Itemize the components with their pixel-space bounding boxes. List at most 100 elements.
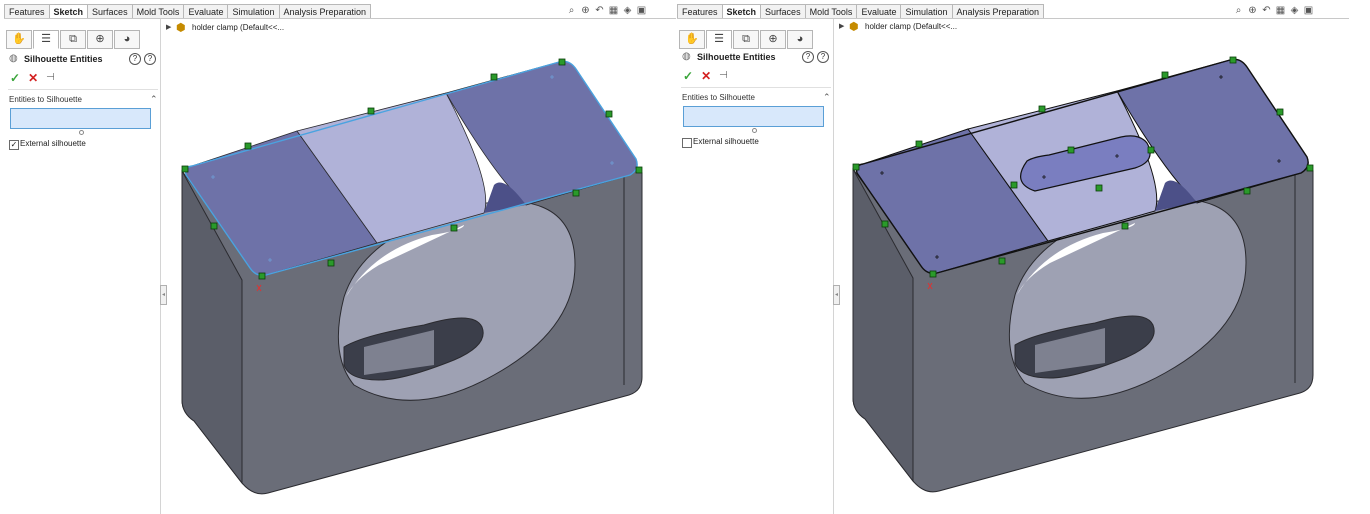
sketch-point[interactable] — [558, 58, 566, 66]
cancel-button[interactable]: ✕ — [701, 69, 711, 83]
section-view-icon[interactable]: ▦ — [608, 5, 619, 16]
section-title: Entities to Silhouette — [9, 95, 82, 104]
configuration-manager-icon[interactable]: ⧉ — [60, 30, 86, 49]
sketch-point[interactable] — [367, 107, 375, 115]
view-toolbar: ⌕ ⊕ ↶ ▦ ◈ ▣ — [566, 5, 647, 16]
previous-view-icon[interactable]: ↶ — [1261, 5, 1272, 16]
tab-sketch[interactable]: Sketch — [48, 4, 89, 18]
sketch-point[interactable] — [1306, 164, 1314, 172]
expand-arrow-icon[interactable]: ▶ — [166, 23, 171, 31]
ok-button[interactable]: ✓ — [683, 69, 693, 83]
graphics-area[interactable] — [835, 33, 1347, 511]
tab-features[interactable]: Features — [677, 4, 723, 18]
tab-evaluate[interactable]: Evaluate — [183, 4, 229, 18]
help-icon[interactable]: ? — [817, 51, 829, 63]
sketch-point[interactable] — [490, 73, 498, 81]
feature-manager-icon[interactable]: ✋ — [6, 30, 32, 49]
sketch-point[interactable] — [1121, 222, 1129, 230]
sketch-point[interactable] — [1095, 184, 1103, 192]
pin-button[interactable]: ⊣ — [46, 71, 55, 85]
sketch-point[interactable] — [327, 259, 335, 267]
tab-analysis-preparation[interactable]: Analysis Preparation — [278, 4, 372, 18]
expand-arrow-icon[interactable]: ▶ — [839, 22, 844, 30]
tab-simulation[interactable]: Simulation — [900, 4, 953, 18]
sketch-point[interactable] — [181, 165, 189, 173]
part-icon: ⬢ — [849, 21, 859, 33]
screen-right: Features Sketch Surfaces Mold Tools Eval… — [677, 0, 1349, 514]
tab-sketch[interactable]: Sketch — [721, 4, 762, 18]
ok-button[interactable]: ✓ — [10, 71, 20, 85]
sketch-point[interactable] — [244, 142, 252, 150]
part-name[interactable]: holder clamp (Default<<... — [865, 22, 957, 31]
resize-grip[interactable] — [752, 128, 757, 133]
display-style-icon[interactable]: ▣ — [1303, 5, 1314, 16]
sketch-point[interactable] — [852, 163, 860, 171]
sketch-point[interactable] — [1010, 181, 1018, 189]
tab-surfaces[interactable]: Surfaces — [87, 4, 133, 18]
tab-evaluate[interactable]: Evaluate — [856, 4, 902, 18]
entities-selection-box[interactable] — [683, 106, 824, 127]
resize-grip[interactable] — [79, 130, 84, 135]
sketch-point[interactable] — [1067, 146, 1075, 154]
external-silhouette-checkbox[interactable]: ✓ — [9, 140, 19, 150]
sketch-point[interactable] — [605, 110, 613, 118]
sketch-point[interactable] — [210, 222, 218, 230]
cancel-button[interactable]: ✕ — [28, 71, 38, 85]
collapse-icon[interactable]: ⌃ — [823, 92, 831, 103]
sketch-point[interactable] — [929, 270, 937, 278]
external-silhouette-label: External silhouette — [20, 139, 86, 148]
view-orientation-icon[interactable]: ◈ — [1289, 5, 1300, 16]
pin-button[interactable]: ⊣ — [719, 69, 728, 83]
zoom-area-icon[interactable]: ⊕ — [580, 5, 591, 16]
sketch-point[interactable] — [1147, 146, 1155, 154]
dimxpert-icon[interactable]: ⊕ — [87, 30, 113, 49]
command-manager-tabs: Features Sketch Surfaces Mold Tools Eval… — [4, 4, 372, 18]
sketch-point[interactable] — [635, 166, 643, 174]
tab-surfaces[interactable]: Surfaces — [760, 4, 806, 18]
silhouette-tool-icon: ◍ — [682, 51, 691, 62]
property-manager-icon[interactable]: ☰ — [33, 30, 59, 49]
zoom-area-icon[interactable]: ⊕ — [1247, 5, 1258, 16]
sketch-point[interactable] — [1161, 71, 1169, 79]
panel-title: Silhouette Entities — [24, 54, 103, 64]
tab-analysis-preparation[interactable]: Analysis Preparation — [951, 4, 1045, 18]
tab-mold-tools[interactable]: Mold Tools — [804, 4, 858, 18]
sketch-point[interactable] — [1229, 56, 1237, 64]
configuration-manager-icon[interactable]: ⧉ — [733, 30, 759, 49]
whats-wrong-icon[interactable]: ? — [802, 51, 814, 63]
view-toolbar: ⌕ ⊕ ↶ ▦ ◈ ▣ — [1233, 5, 1314, 16]
part-name[interactable]: holder clamp (Default<<... — [192, 23, 284, 32]
panel-separator — [681, 87, 831, 88]
property-manager-icon[interactable]: ☰ — [706, 30, 732, 49]
whats-wrong-icon[interactable]: ? — [129, 53, 141, 65]
previous-view-icon[interactable]: ↶ — [594, 5, 605, 16]
sketch-point[interactable] — [450, 224, 458, 232]
section-view-icon[interactable]: ▦ — [1275, 5, 1286, 16]
zoom-fit-icon[interactable]: ⌕ — [566, 5, 577, 16]
dimxpert-icon[interactable]: ⊕ — [760, 30, 786, 49]
feature-manager-icon[interactable]: ✋ — [679, 30, 705, 49]
part-icon: ⬢ — [176, 22, 186, 34]
sketch-point[interactable] — [572, 189, 580, 197]
display-manager-icon[interactable]: ◕ — [114, 30, 140, 49]
sketch-point[interactable] — [1038, 105, 1046, 113]
tab-simulation[interactable]: Simulation — [227, 4, 280, 18]
tab-mold-tools[interactable]: Mold Tools — [131, 4, 185, 18]
sketch-point[interactable] — [998, 257, 1006, 265]
display-style-icon[interactable]: ▣ — [636, 5, 647, 16]
zoom-fit-icon[interactable]: ⌕ — [1233, 5, 1244, 16]
sketch-point[interactable] — [915, 140, 923, 148]
sketch-point[interactable] — [881, 220, 889, 228]
sketch-point[interactable] — [1276, 108, 1284, 116]
help-icon[interactable]: ? — [144, 53, 156, 65]
panel-actions: ✓ ✕ ⊣ — [683, 69, 728, 83]
entities-selection-box[interactable] — [10, 108, 151, 129]
view-orientation-icon[interactable]: ◈ — [622, 5, 633, 16]
collapse-icon[interactable]: ⌃ — [150, 94, 158, 105]
graphics-area[interactable] — [164, 35, 674, 510]
sketch-point[interactable] — [1243, 187, 1251, 195]
external-silhouette-checkbox[interactable] — [682, 138, 692, 148]
sketch-point[interactable] — [258, 272, 266, 280]
display-manager-icon[interactable]: ◕ — [787, 30, 813, 49]
tab-features[interactable]: Features — [4, 4, 50, 18]
